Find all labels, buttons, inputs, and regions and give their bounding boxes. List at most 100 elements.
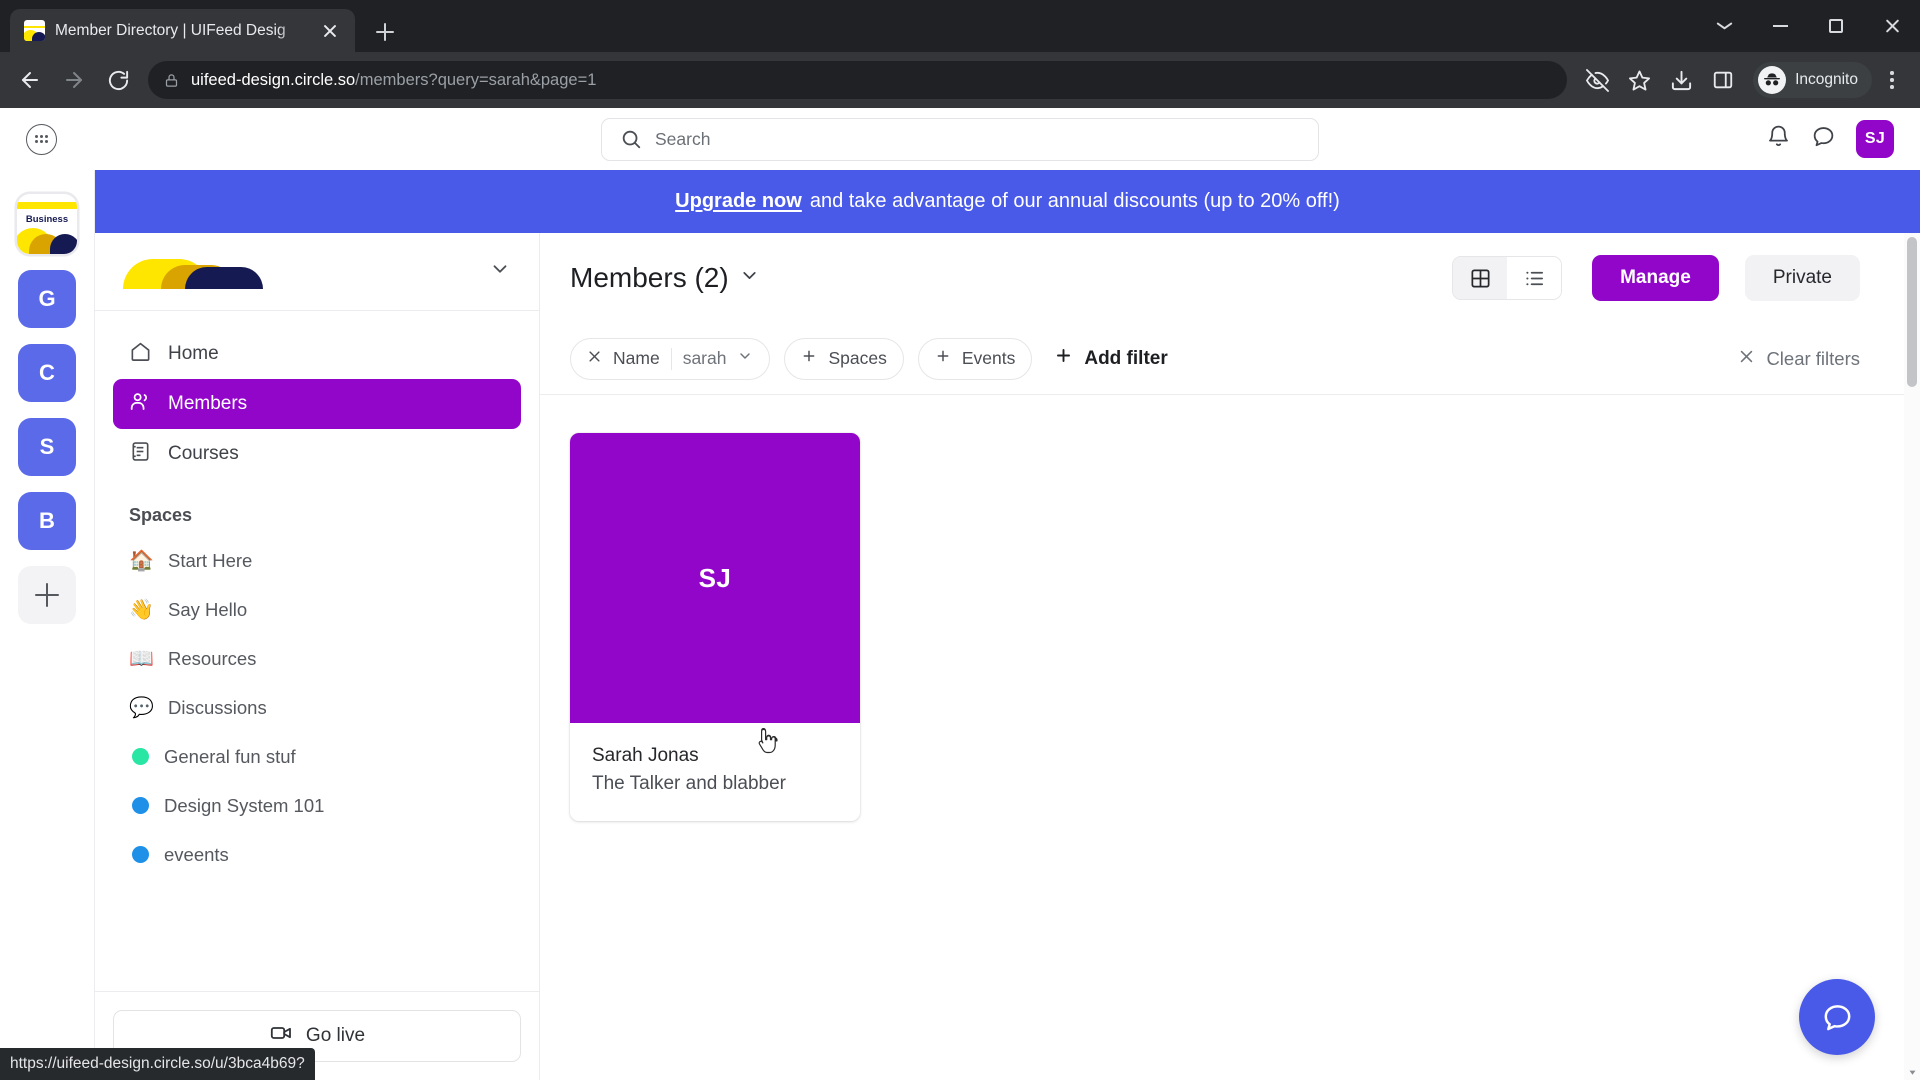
space-item-start-here[interactable]: 🏠 Start Here <box>113 536 521 585</box>
filter-chevron-down-icon[interactable] <box>737 348 753 369</box>
minimize-button[interactable] <box>1752 0 1808 52</box>
back-arrow-icon[interactable] <box>10 60 50 100</box>
house-emoji-icon: 🏠 <box>129 550 154 572</box>
title-chevron-down-icon[interactable] <box>739 265 760 291</box>
chat-widget-button[interactable] <box>1799 979 1875 1055</box>
space-label: eveents <box>164 843 229 865</box>
workspace-switcher[interactable] <box>95 233 539 311</box>
address-bar[interactable]: uifeed-design.circle.so/members?query=sa… <box>148 61 1568 99</box>
space-item-discussions[interactable]: 💬 Discussions <box>113 683 521 732</box>
search-placeholder: Search <box>655 128 711 149</box>
page-scrollbar[interactable] <box>1904 233 1920 1080</box>
filter-chip-spaces[interactable]: Spaces <box>784 337 904 380</box>
add-community-button[interactable] <box>18 566 76 624</box>
space-item-resources[interactable]: 📖 Resources <box>113 634 521 683</box>
space-color-dot-icon <box>132 797 149 814</box>
close-window-button[interactable] <box>1864 0 1920 52</box>
grid-view-button[interactable] <box>1453 257 1508 299</box>
waving-hand-emoji-icon: 👋 <box>129 599 154 621</box>
browser-tab[interactable]: Member Directory | UIFeed Desig <box>10 9 355 52</box>
download-icon[interactable] <box>1661 60 1701 100</box>
rail-item-c[interactable]: C <box>18 344 76 402</box>
member-avatar: SJ <box>570 433 860 723</box>
member-tagline: The Talker and blabber <box>592 773 786 794</box>
space-item-eveents[interactable]: eveents <box>113 830 521 879</box>
clear-filters-label: Clear filters <box>1766 347 1860 369</box>
plus-icon <box>801 348 817 369</box>
tab-title: Member Directory | UIFeed Desig <box>55 21 286 39</box>
search-icon <box>622 130 641 149</box>
list-view-button[interactable] <box>1507 257 1562 299</box>
status-bar-url: https://uifeed-design.circle.so/u/3bca4b… <box>0 1048 315 1080</box>
rail-item-g[interactable]: G <box>18 270 76 328</box>
add-filter-label: Add filter <box>1084 347 1168 369</box>
sidebar-item-label: Home <box>168 343 219 364</box>
business-logo-icon[interactable]: Business <box>17 194 77 254</box>
forward-arrow-icon[interactable] <box>54 60 94 100</box>
filter-field-label: Name <box>613 348 660 368</box>
upgrade-banner: Upgrade now and take advantage of our an… <box>95 170 1920 233</box>
space-label: General fun stuf <box>164 745 296 767</box>
side-panel-icon[interactable] <box>1703 60 1743 100</box>
avatar[interactable]: SJ <box>1856 120 1894 158</box>
page-viewport: Search SJ Upgrade now and take advantage… <box>0 108 1920 1080</box>
bell-icon[interactable] <box>1766 124 1791 154</box>
maximize-button[interactable] <box>1808 0 1864 52</box>
eye-off-icon[interactable] <box>1577 60 1617 100</box>
page-title: Members (2) <box>570 262 729 293</box>
chat-bubble-icon[interactable] <box>1811 124 1836 154</box>
banner-text: and take advantage of our annual discoun… <box>809 190 1340 212</box>
incognito-icon <box>1758 66 1787 94</box>
sidebar-item-members[interactable]: Members <box>113 379 521 429</box>
spaces-section-title: Spaces <box>129 505 193 525</box>
app-header-actions: SJ <box>1766 120 1894 158</box>
upgrade-now-link[interactable]: Upgrade now <box>675 190 802 213</box>
clear-filters-button[interactable]: Clear filters <box>1738 348 1860 370</box>
filter-chip-name[interactable]: Name sarah <box>570 337 771 380</box>
app-grid-icon[interactable] <box>26 123 57 155</box>
reload-icon[interactable] <box>98 60 138 100</box>
browser-window: Member Directory | UIFeed Desig uifeed-d… <box>0 0 1920 1080</box>
chevron-down-icon <box>489 258 511 285</box>
video-camera-icon <box>269 1021 293 1051</box>
space-label: Discussions <box>168 696 267 718</box>
tab-close-icon[interactable] <box>317 18 343 44</box>
main-header: Members (2) Manage Private <box>540 233 1908 323</box>
member-card[interactable]: SJ Sarah Jonas The Talker and blabber <box>570 433 860 821</box>
plus-icon <box>935 348 951 369</box>
filter-label: Events <box>961 348 1016 368</box>
url-host: uifeed-design.circle.so <box>191 70 356 89</box>
space-label: Start Here <box>168 549 253 571</box>
member-card-body: Sarah Jonas The Talker and blabber <box>570 723 860 821</box>
remove-filter-close-icon[interactable] <box>587 348 602 369</box>
rail-item-s[interactable]: S <box>18 418 76 476</box>
scroll-down-arrow-icon[interactable] <box>1904 1064 1920 1080</box>
space-label: Resources <box>168 647 257 669</box>
close-icon <box>1738 348 1755 370</box>
sidebar-item-courses[interactable]: Courses <box>113 429 521 479</box>
space-item-design-system-101[interactable]: Design System 101 <box>113 781 521 830</box>
incognito-profile-button[interactable]: Incognito <box>1753 62 1872 98</box>
rail-item-b[interactable]: B <box>18 492 76 550</box>
lock-icon <box>165 73 178 87</box>
browser-toolbar: uifeed-design.circle.so/members?query=sa… <box>0 52 1920 108</box>
space-color-dot-icon <box>132 846 149 863</box>
private-button[interactable]: Private <box>1744 255 1860 301</box>
space-label: Say Hello <box>168 598 248 620</box>
search-input[interactable]: Search <box>601 117 1319 161</box>
star-icon[interactable] <box>1619 60 1659 100</box>
sidebar-item-home[interactable]: Home <box>113 329 521 379</box>
sidebar-item-label: Members <box>168 393 248 414</box>
window-controls <box>1696 0 1920 52</box>
new-tab-button[interactable] <box>365 12 405 52</box>
space-item-say-hello[interactable]: 👋 Say Hello <box>113 585 521 634</box>
kebab-menu-icon[interactable] <box>1874 60 1910 100</box>
space-label: Design System 101 <box>164 794 325 816</box>
scrollbar-thumb[interactable] <box>1907 237 1917 387</box>
tab-search-button[interactable] <box>1696 0 1752 52</box>
filter-chip-events[interactable]: Events <box>917 337 1033 380</box>
space-item-general-fun-stuf[interactable]: General fun stuf <box>113 732 521 781</box>
manage-button[interactable]: Manage <box>1592 255 1719 301</box>
filter-divider <box>670 347 672 370</box>
add-filter-button[interactable]: Add filter <box>1046 338 1175 380</box>
